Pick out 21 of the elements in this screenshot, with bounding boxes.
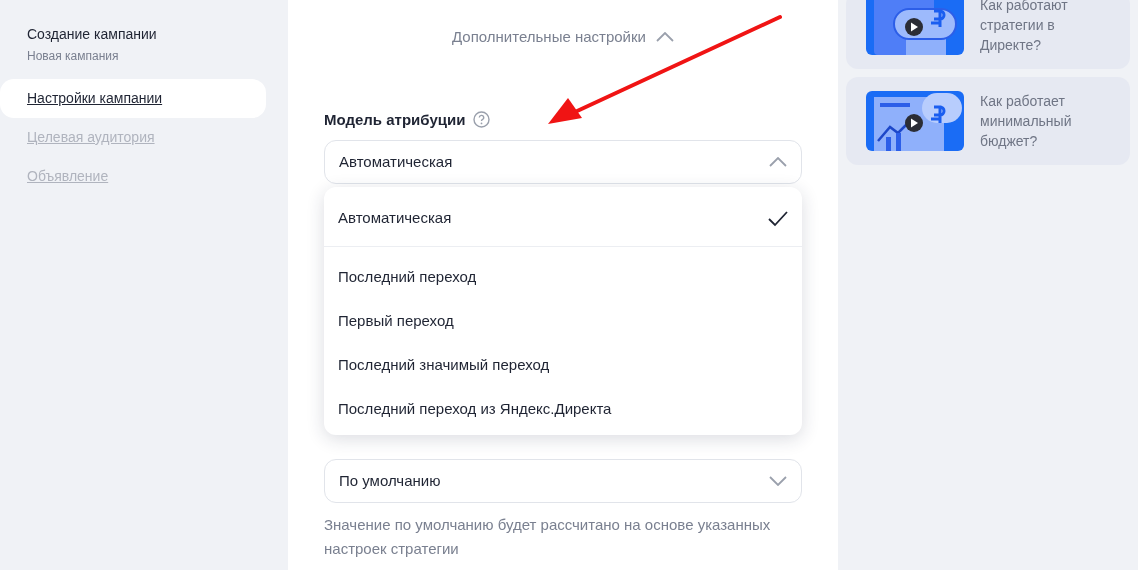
field-label: Модель атрибуции: [324, 109, 466, 130]
sidebar-subtitle: Новая кампания: [26, 48, 120, 65]
attribution-select[interactable]: Автоматическая: [324, 140, 802, 184]
hint-text: Значение по умолчанию будет рассчитано на основе указанных настроек стратегии: [324, 515, 772, 559]
help-icon[interactable]: [473, 111, 491, 129]
video-title: Как работает минимальный бюджет?: [980, 92, 1070, 151]
video-card[interactable]: Как работают стратегии в Директе?: [846, 0, 1130, 69]
chevron-icon: [769, 476, 787, 486]
check-icon: [768, 210, 788, 227]
dropdown-option[interactable]: Последний значимый переход: [324, 343, 802, 387]
sidebar-title: Создание кампании: [26, 25, 158, 44]
video-title: Как работают стратегии в Директе?: [980, 0, 1069, 55]
dropdown-option[interactable]: Последний переход: [324, 255, 802, 299]
dropdown-option[interactable]: Автоматическая: [324, 191, 802, 247]
video-card[interactable]: Как работает минимальный бюджет?: [846, 77, 1130, 165]
advanced-settings-toggle[interactable]: Дополнительные настройки: [452, 26, 646, 49]
chevron-icon: [769, 157, 787, 167]
default-select[interactable]: По умолчанию: [324, 459, 802, 503]
dropdown-option[interactable]: Первый переход: [324, 299, 802, 343]
dropdown-option[interactable]: Последний переход из Яндекс.Директа: [324, 387, 802, 431]
sidebar-item[interactable]: Настройки кампании: [0, 79, 266, 118]
